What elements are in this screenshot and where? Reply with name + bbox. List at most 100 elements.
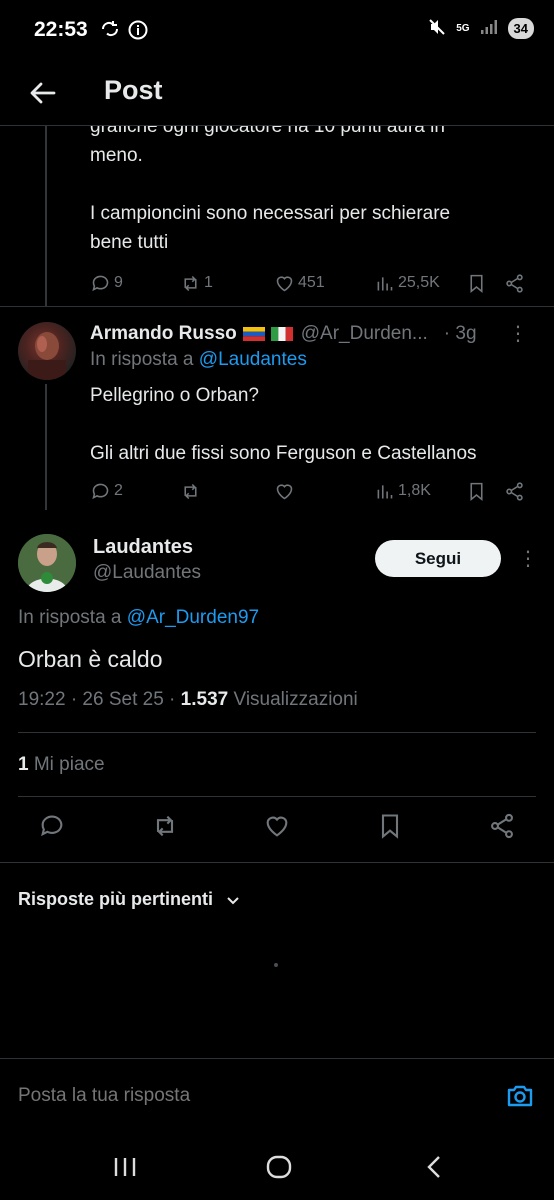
network-label: 5G bbox=[456, 23, 470, 34]
reply-count: 9 bbox=[114, 274, 123, 291]
share-icon bbox=[506, 273, 523, 293]
views-icon bbox=[377, 276, 393, 290]
tweet-divider bbox=[0, 306, 554, 307]
tweet-text-line: I campioncini sono necessari per schiera… bbox=[90, 203, 451, 224]
author-name[interactable]: Laudantes bbox=[93, 536, 193, 559]
replying-to-link[interactable]: @Laudantes bbox=[199, 349, 307, 370]
reply-button[interactable]: 2 bbox=[90, 481, 180, 502]
info-icon bbox=[128, 20, 148, 45]
chevron-down-icon bbox=[227, 896, 239, 904]
main-tweet-actions bbox=[18, 812, 536, 852]
share-icon bbox=[506, 481, 523, 501]
partial-tweet-actions: 9 1 451 25,5K bbox=[90, 270, 530, 296]
replying-to: In risposta a @Ar_Durden97 bbox=[18, 607, 259, 629]
replying-to-link[interactable]: @Ar_Durden97 bbox=[127, 607, 259, 628]
repost-count: 1 bbox=[204, 274, 213, 291]
battery-indicator: 34 bbox=[507, 18, 534, 39]
likes-row[interactable]: 1 Mi piace bbox=[18, 754, 105, 776]
reply-count: 2 bbox=[114, 482, 123, 499]
thread-line bbox=[45, 126, 47, 306]
like-count: 451 bbox=[298, 274, 325, 291]
replying-to: In risposta a @Laudantes bbox=[90, 349, 307, 371]
like-icon[interactable] bbox=[263, 812, 291, 840]
reply-header: Armando Russo @Ar_Durden... · 3g ⋮ bbox=[90, 321, 540, 347]
thread-line bbox=[45, 384, 47, 510]
like-button[interactable]: 451 bbox=[274, 273, 374, 294]
bookmark-button[interactable] bbox=[466, 481, 504, 502]
follow-button[interactable]: Segui bbox=[375, 540, 501, 577]
likes-count: 1 bbox=[18, 754, 29, 775]
author-handle[interactable]: @Laudantes bbox=[93, 562, 201, 584]
venezuela-flag-icon bbox=[242, 327, 265, 341]
like-button[interactable] bbox=[274, 481, 374, 502]
sort-label: Risposte più pertinenti bbox=[18, 889, 214, 909]
reply-icon bbox=[92, 483, 109, 499]
status-bar: 22:53 5G 34 bbox=[0, 0, 554, 62]
likes-label: Mi piace bbox=[28, 754, 105, 775]
repost-icon[interactable] bbox=[151, 812, 179, 840]
status-right-icons: 5G 34 bbox=[428, 18, 534, 39]
author-name[interactable]: Armando Russo bbox=[90, 323, 237, 345]
avatar[interactable] bbox=[18, 534, 76, 592]
camera-icon bbox=[507, 1085, 533, 1107]
views-button[interactable]: 1,8K bbox=[374, 481, 466, 502]
recent-apps-icon bbox=[114, 1158, 136, 1176]
tweet-text-line: bene tutti bbox=[90, 232, 169, 253]
divider bbox=[18, 796, 536, 797]
repost-button[interactable] bbox=[180, 481, 274, 502]
back-arrow-icon bbox=[30, 82, 56, 104]
reply-button[interactable]: 9 bbox=[90, 273, 180, 294]
home-icon bbox=[266, 1155, 292, 1179]
home-button[interactable] bbox=[264, 1152, 294, 1182]
page-title: Post bbox=[104, 75, 163, 105]
loading-indicator bbox=[274, 963, 278, 967]
share-icon[interactable] bbox=[488, 812, 516, 840]
status-notification-icons bbox=[100, 20, 148, 45]
divider bbox=[18, 732, 536, 733]
recent-apps-button[interactable] bbox=[110, 1152, 140, 1182]
replying-prefix: In risposta a bbox=[18, 607, 127, 628]
signal-icon bbox=[480, 19, 498, 38]
views-button[interactable]: 25,5K bbox=[374, 273, 466, 294]
reply-input[interactable] bbox=[18, 1085, 458, 1107]
like-icon bbox=[276, 275, 293, 291]
bookmark-icon[interactable] bbox=[376, 812, 404, 840]
bookmark-button[interactable] bbox=[466, 273, 504, 294]
more-icon[interactable]: ⋮ bbox=[518, 546, 538, 571]
views-count: 25,5K bbox=[398, 274, 440, 291]
nav-back-button[interactable] bbox=[420, 1152, 450, 1182]
author-handle[interactable]: @Ar_Durden... bbox=[301, 323, 428, 345]
views-label: Visualizzazioni bbox=[228, 689, 358, 710]
views-icon bbox=[377, 484, 393, 498]
back-button[interactable] bbox=[26, 76, 60, 110]
repost-icon bbox=[184, 483, 197, 499]
top-header: Post bbox=[0, 62, 554, 126]
chevron-left-icon bbox=[427, 1156, 440, 1178]
reply-icon bbox=[92, 275, 109, 291]
italy-flag-icon bbox=[270, 327, 293, 341]
mute-icon bbox=[428, 18, 446, 39]
views-count: 1.537 bbox=[180, 689, 229, 710]
sort-replies-dropdown[interactable]: Risposte più pertinenti bbox=[18, 889, 241, 910]
tweet-date[interactable]: 19:22 · 26 Set 25 · bbox=[18, 689, 181, 710]
divider bbox=[0, 862, 554, 863]
camera-button[interactable] bbox=[505, 1081, 535, 1111]
tweet-meta: 19:22 · 26 Set 25 · 1.537 Visualizzazion… bbox=[18, 689, 358, 711]
repost-icon bbox=[184, 275, 197, 291]
reply-tweet-actions: 2 1,8K bbox=[90, 478, 530, 504]
avatar[interactable] bbox=[18, 322, 76, 380]
sync-icon bbox=[100, 20, 120, 45]
share-button[interactable] bbox=[504, 481, 525, 502]
reply-composer bbox=[0, 1058, 554, 1130]
tweet-time: · 3g bbox=[443, 323, 477, 344]
repost-button[interactable]: 1 bbox=[180, 273, 274, 294]
bookmark-icon bbox=[470, 274, 483, 293]
tweet-text: Orban è caldo bbox=[18, 646, 163, 672]
share-button[interactable] bbox=[504, 273, 525, 294]
reply-icon[interactable] bbox=[38, 812, 66, 840]
tweet-text-line: Gli altri due fissi sono Ferguson e Cast… bbox=[90, 443, 477, 464]
tweet-text-line: Pellegrino o Orban? bbox=[90, 385, 259, 406]
views-count: 1,8K bbox=[398, 482, 431, 499]
more-icon[interactable]: ⋮ bbox=[508, 321, 528, 346]
partial-tweet-text: grafiche ogni giocatore ha 10 punti aura… bbox=[90, 112, 530, 257]
